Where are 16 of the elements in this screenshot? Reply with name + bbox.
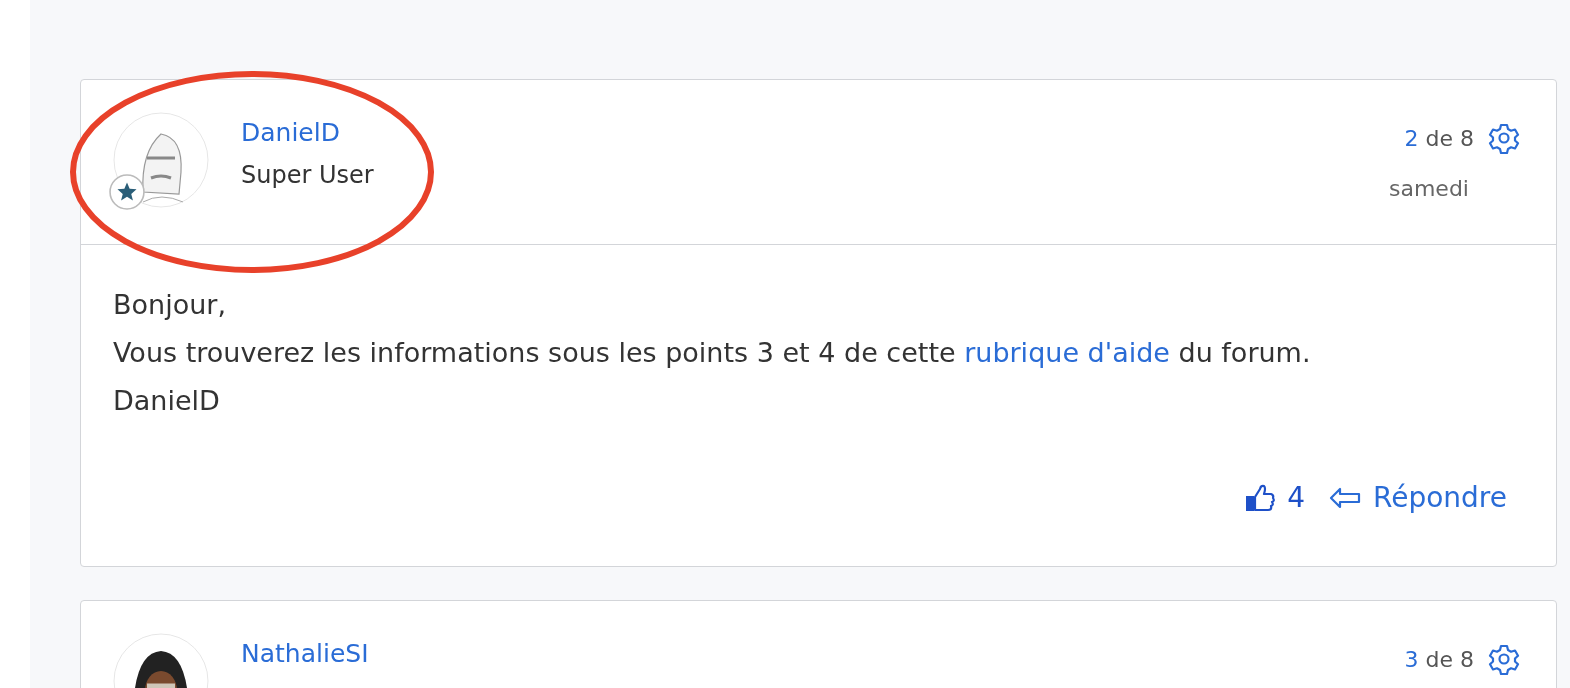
settings-icon[interactable] bbox=[1488, 643, 1520, 675]
reply-button[interactable]: Répondre bbox=[1329, 481, 1507, 514]
thumbs-up-icon bbox=[1245, 482, 1276, 513]
reply-arrow-icon bbox=[1329, 485, 1361, 510]
post-position: 2 de 8 bbox=[1404, 125, 1474, 151]
like-button[interactable]: 4 bbox=[1245, 481, 1305, 514]
author-link[interactable]: DanielD bbox=[241, 118, 340, 147]
help-link[interactable]: rubrique d'aide bbox=[964, 337, 1170, 368]
settings-icon[interactable] bbox=[1488, 122, 1520, 154]
post-text: DanielD bbox=[113, 384, 221, 418]
post-text: Bonjour, bbox=[113, 288, 227, 322]
post-text: Vous trouverez les informations sous les points 3 et 4 de cette rubrique d'aide du forum. bbox=[113, 336, 1312, 370]
user-rank: Super User bbox=[241, 161, 374, 189]
author-link[interactable]: NathalieSI bbox=[241, 639, 369, 668]
post-position: 3 de 8 bbox=[1404, 646, 1474, 672]
post-date: samedi bbox=[1389, 176, 1469, 201]
